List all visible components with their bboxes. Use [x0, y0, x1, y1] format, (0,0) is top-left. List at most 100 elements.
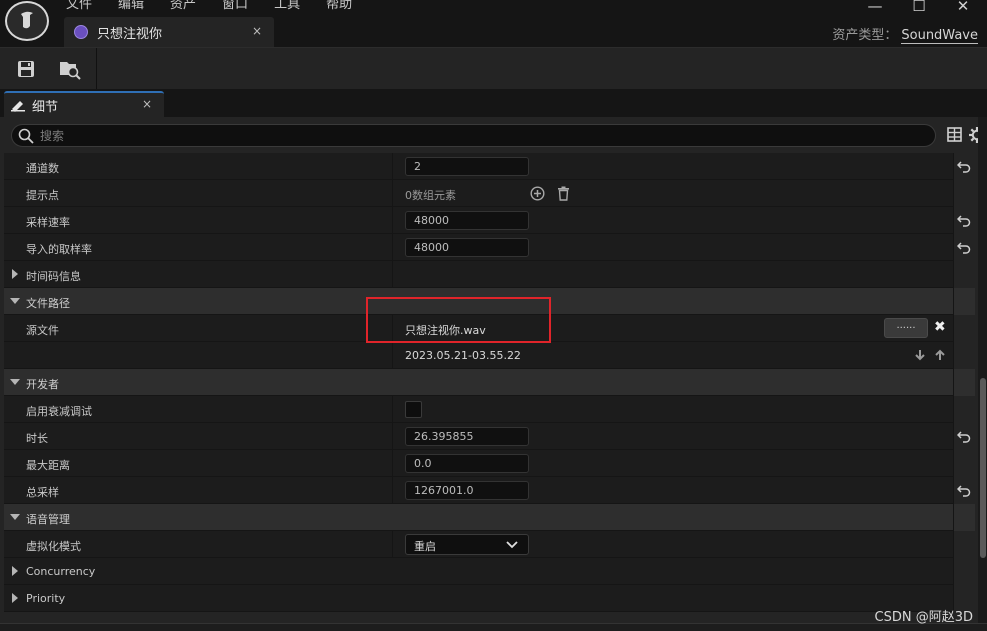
search-box	[11, 124, 936, 147]
bottom-strip	[0, 623, 987, 631]
property-label: 启用衰减调试	[26, 405, 92, 418]
clear-file-icon[interactable]: ✖	[934, 319, 946, 335]
collapse-arrow-icon[interactable]	[10, 298, 20, 304]
details-panel: 通道数 2 提示点 0数组元素 采样速率 48000 导入的取样率 48	[0, 117, 987, 631]
property-row-max-distance: 最大距离 0.0	[4, 450, 975, 477]
column-divider	[392, 234, 393, 261]
asset-type-label: 资产类型：	[832, 28, 898, 43]
table-view-icon[interactable]	[947, 127, 962, 142]
property-label: Concurrency	[26, 565, 96, 578]
folder-search-icon	[60, 62, 81, 80]
property-row-sample-rate: 采样速率 48000	[4, 207, 975, 234]
category-label: 语音管理	[26, 513, 70, 526]
property-row-concurrency[interactable]: Concurrency	[4, 558, 975, 585]
property-label: 时长	[26, 432, 48, 445]
reset-column	[953, 558, 975, 585]
expand-arrow-icon[interactable]	[12, 269, 18, 279]
property-label: 提示点	[26, 189, 59, 202]
property-label: 时间码信息	[26, 270, 81, 283]
main-menu: 文件 编辑 资产 窗口 工具 帮助	[66, 0, 352, 12]
property-list: 通道数 2 提示点 0数组元素 采样速率 48000 导入的取样率 48000 …	[4, 153, 975, 631]
details-tab-bar: 细节 ×	[0, 89, 987, 117]
channels-field[interactable]: 2	[405, 157, 529, 176]
property-row-priority[interactable]: Priority	[4, 585, 975, 612]
menu-item-tools[interactable]: 工具	[274, 0, 300, 12]
column-divider	[392, 396, 393, 423]
cue-points-count: 0数组元素	[405, 189, 456, 202]
column-divider	[392, 477, 393, 504]
menu-item-asset[interactable]: 资产	[170, 0, 196, 12]
column-divider	[392, 450, 393, 477]
sample-rate-field[interactable]: 48000	[405, 211, 529, 230]
save-button[interactable]	[14, 57, 38, 81]
reset-column	[953, 531, 975, 558]
trash-icon[interactable]	[557, 186, 570, 201]
property-label: 采样速率	[26, 216, 70, 229]
reset-to-default-icon[interactable]	[957, 483, 971, 497]
reset-to-default-icon[interactable]	[957, 429, 971, 443]
menu-item-file[interactable]: 文件	[66, 0, 92, 12]
browse-file-button[interactable]: ......	[884, 318, 928, 338]
details-tab[interactable]: 细节 ×	[4, 91, 164, 117]
max-distance-field[interactable]: 0.0	[405, 454, 529, 473]
column-divider	[392, 180, 393, 207]
reset-column	[953, 180, 975, 207]
unreal-logo-icon[interactable]	[5, 1, 49, 41]
move-down-icon[interactable]	[914, 349, 926, 361]
total-samples-field[interactable]: 1267001.0	[405, 481, 529, 500]
property-row-total-samples: 总采样 1267001.0	[4, 477, 975, 504]
collapse-arrow-icon[interactable]	[10, 514, 20, 520]
attenuation-debug-checkbox[interactable]	[405, 401, 422, 418]
browse-asset-button[interactable]	[58, 57, 82, 81]
expand-arrow-icon[interactable]	[12, 593, 18, 603]
save-icon	[18, 61, 34, 77]
virtualization-mode-dropdown[interactable]: 重启	[405, 534, 529, 555]
scrollbar-thumb[interactable]	[980, 378, 986, 558]
asset-editor-tab[interactable]: 只想注视你 ×	[64, 17, 274, 47]
reset-to-default-icon[interactable]	[957, 159, 971, 173]
soundwave-asset-icon	[74, 25, 88, 39]
close-tab-button[interactable]: ×	[252, 24, 262, 38]
search-input[interactable]	[40, 128, 900, 143]
import-sample-rate-field[interactable]: 48000	[405, 238, 529, 257]
menu-item-help[interactable]: 帮助	[326, 0, 352, 12]
category-label: 开发者	[26, 378, 59, 391]
reset-column	[953, 315, 975, 342]
close-window-button[interactable]: ✕	[955, 0, 971, 15]
asset-type-link[interactable]: SoundWave	[901, 28, 978, 44]
property-label: 导入的取样率	[26, 243, 92, 256]
property-row-timecode[interactable]: 时间码信息	[4, 261, 975, 288]
highlight-annotation-box	[366, 297, 551, 343]
column-divider	[392, 531, 393, 558]
property-row-duration: 时长 26.395855	[4, 423, 975, 450]
watermark: CSDN @阿赵3D	[874, 610, 973, 625]
title-bar: 文件 编辑 资产 窗口 工具 帮助 — ☐ ✕ 只想注视你 × 资产类型： Sou…	[0, 0, 987, 50]
reset-column	[953, 369, 975, 396]
maximize-button[interactable]: ☐	[911, 0, 927, 15]
minimize-button[interactable]: —	[867, 0, 883, 15]
move-up-icon[interactable]	[934, 349, 946, 361]
asset-type-indicator: 资产类型： SoundWave	[832, 24, 978, 44]
reset-column	[953, 261, 975, 288]
property-row-virtualization-mode: 虚拟化模式 重启	[4, 531, 975, 558]
reset-column	[953, 504, 975, 531]
add-element-icon[interactable]	[530, 186, 545, 201]
property-row-channels: 通道数 2	[4, 153, 975, 180]
column-divider	[392, 207, 393, 234]
property-label: 源文件	[26, 324, 59, 337]
reset-to-default-icon[interactable]	[957, 213, 971, 227]
menu-item-edit[interactable]: 编辑	[118, 0, 144, 12]
category-voice-management[interactable]: 语音管理	[4, 504, 975, 531]
duration-field[interactable]: 26.395855	[405, 427, 529, 446]
reset-to-default-icon[interactable]	[957, 240, 971, 254]
menu-item-window[interactable]: 窗口	[222, 0, 248, 12]
collapse-arrow-icon[interactable]	[10, 379, 20, 385]
expand-arrow-icon[interactable]	[12, 566, 18, 576]
window-controls: — ☐ ✕	[867, 0, 971, 15]
property-label: 最大距离	[26, 459, 70, 472]
column-divider	[392, 261, 393, 288]
close-details-tab-button[interactable]: ×	[142, 97, 152, 111]
category-developer[interactable]: 开发者	[4, 369, 975, 396]
source-file-timestamp: 2023.05.21-03.55.22	[405, 349, 521, 362]
column-divider	[392, 342, 393, 369]
